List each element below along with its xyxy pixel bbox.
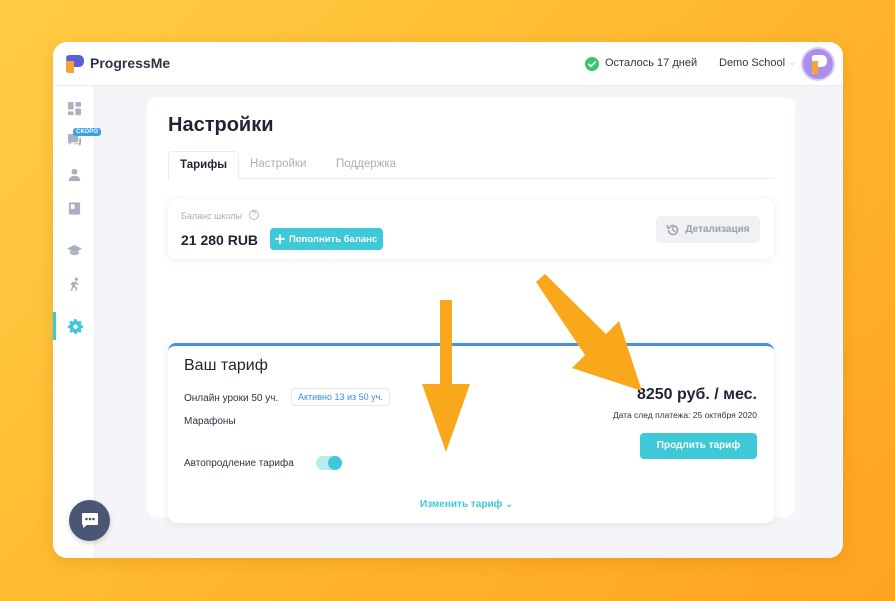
- chat-button[interactable]: [69, 500, 110, 541]
- check-circle-icon: [585, 57, 599, 71]
- sidebar-item-materials[interactable]: [53, 194, 95, 222]
- app-window: ProgressMe Осталось 17 дней Demo School …: [53, 42, 843, 558]
- avatar-logo-icon: [812, 55, 827, 74]
- dashboard-icon: [67, 101, 81, 115]
- gear-icon: [68, 318, 83, 334]
- plus-icon: [275, 234, 285, 244]
- brand-name: ProgressMe: [90, 55, 171, 71]
- page-title: Настройки: [168, 114, 274, 136]
- avatar[interactable]: [801, 47, 835, 81]
- soon-badge: СКОРО: [73, 128, 102, 136]
- progressme-logo-icon[interactable]: [63, 52, 87, 76]
- details-button[interactable]: Детализация: [656, 216, 760, 243]
- graduation-cap-icon: [66, 244, 82, 255]
- running-person-icon: [69, 276, 78, 291]
- tab-support[interactable]: Поддержка: [336, 151, 396, 179]
- online-lessons-text: Онлайн уроки 50 уч.: [184, 393, 279, 404]
- help-icon[interactable]: ?: [249, 210, 259, 220]
- chevron-down-icon[interactable]: ⌵: [789, 58, 795, 68]
- balance-value: 21 280 RUB: [181, 232, 259, 248]
- balance-card: Баланс школы ? 21 280 RUB Пополнить бала…: [168, 199, 774, 259]
- balance-label: Баланс школы: [181, 211, 242, 221]
- tab-bar: Тарифы Настройки Поддержка: [168, 151, 774, 180]
- autorenew-label: Автопродление тарифа: [184, 458, 294, 469]
- chat-icon: [81, 512, 98, 528]
- plan-title: Ваш тариф: [184, 357, 268, 374]
- top-up-label: Пополнить баланс: [289, 233, 378, 245]
- school-switcher[interactable]: Demo School: [719, 57, 785, 69]
- sidebar-item-settings[interactable]: [53, 312, 95, 340]
- toggle-knob: [328, 456, 342, 470]
- marathons-text: Марафоны: [184, 416, 236, 427]
- book-icon: [68, 201, 80, 215]
- tab-tariffs[interactable]: Тарифы: [168, 151, 240, 180]
- autorenew-toggle[interactable]: [316, 456, 342, 470]
- active-students-badge: Активно 13 из 50 уч.: [291, 388, 390, 406]
- user-icon: [68, 168, 80, 181]
- sidebar-item-marathons[interactable]: [53, 270, 95, 298]
- renew-plan-button[interactable]: Продлить тариф: [640, 433, 757, 459]
- sidebar-item-students[interactable]: [53, 160, 95, 188]
- change-plan-link[interactable]: Изменить тариф ⌄: [420, 499, 514, 510]
- chevron-down-icon: ⌄: [505, 499, 514, 510]
- tab-settings[interactable]: Настройки: [250, 151, 306, 179]
- sidebar-item-chats[interactable]: СКОРО: [53, 126, 102, 154]
- history-icon: [667, 224, 679, 235]
- sidebar: СКОРО: [53, 86, 102, 558]
- days-left-text: Осталось 17 дней: [605, 57, 698, 69]
- settings-panel: Настройки Тарифы Настройки Поддержка Бал…: [147, 97, 795, 523]
- top-up-balance-button[interactable]: Пополнить баланс: [270, 228, 384, 250]
- next-payment-date: Дата след платежа: 25 октября 2020: [612, 410, 757, 420]
- sidebar-item-courses[interactable]: [53, 236, 95, 264]
- plan-card: Ваш тариф Онлайн уроки 50 уч. Активно 13…: [168, 343, 774, 523]
- change-plan-label: Изменить тариф: [420, 499, 503, 510]
- sidebar-item-dashboard[interactable]: [53, 94, 95, 122]
- top-bar: ProgressMe Осталось 17 дней Demo School …: [53, 42, 843, 86]
- plan-price: 8250 руб. / мес.: [636, 386, 757, 403]
- details-label: Детализация: [685, 224, 750, 235]
